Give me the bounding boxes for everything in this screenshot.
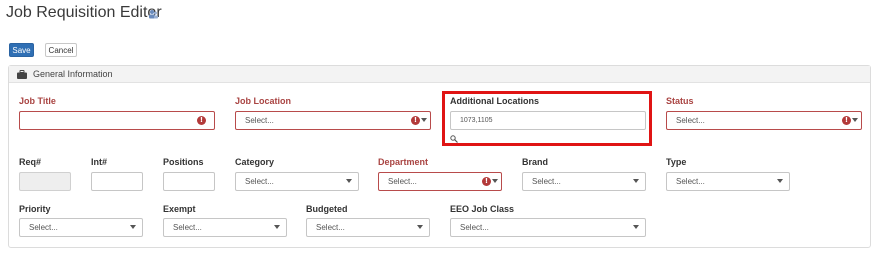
brand-value: Select... xyxy=(532,177,561,186)
panel-header[interactable]: General Information xyxy=(9,66,870,83)
status-select[interactable]: Select... ! xyxy=(666,111,862,130)
department-select[interactable]: Select... ! xyxy=(378,172,502,191)
additional-locations-value: 1073,1105 xyxy=(460,117,493,124)
briefcase-icon xyxy=(17,69,27,79)
status-value: Select... xyxy=(676,116,705,125)
chevron-down-icon xyxy=(346,179,352,183)
eeo-job-class-select[interactable]: Select... xyxy=(450,218,646,237)
eeo-job-class-label: EEO Job Class xyxy=(450,204,515,214)
error-icon: ! xyxy=(411,116,420,125)
category-select[interactable]: Select... xyxy=(235,172,359,191)
page-title: Job Requisition Editor xyxy=(6,4,162,21)
exempt-label: Exempt xyxy=(163,204,196,214)
chevron-down-icon xyxy=(777,179,783,183)
status-label: Status xyxy=(666,96,694,106)
req-num-label: Req# xyxy=(19,157,42,167)
positions-label: Positions xyxy=(163,157,204,167)
search-icon[interactable] xyxy=(450,135,458,143)
cancel-button[interactable]: Cancel xyxy=(45,43,77,57)
category-value: Select... xyxy=(245,177,274,186)
additional-locations-label: Additional Locations xyxy=(450,96,539,106)
type-select[interactable]: Select... xyxy=(666,172,790,191)
chevron-down-icon xyxy=(492,179,498,183)
chevron-down-icon xyxy=(421,118,427,122)
exempt-value: Select... xyxy=(173,223,202,232)
type-value: Select... xyxy=(676,177,705,186)
job-location-label: Job Location xyxy=(235,96,291,106)
brand-select[interactable]: Select... xyxy=(522,172,646,191)
int-num-input[interactable] xyxy=(91,172,143,191)
budgeted-label: Budgeted xyxy=(306,204,348,214)
job-title-input[interactable]: ! xyxy=(19,111,215,130)
priority-label: Priority xyxy=(19,204,51,214)
eeo-job-class-value: Select... xyxy=(460,223,489,232)
job-location-select[interactable]: Select... ! xyxy=(235,111,431,130)
int-num-label: Int# xyxy=(91,157,108,167)
chevron-down-icon xyxy=(274,225,280,229)
chevron-down-icon xyxy=(633,179,639,183)
exempt-select[interactable]: Select... xyxy=(163,218,287,237)
users-icon xyxy=(149,10,158,19)
brand-label: Brand xyxy=(522,157,549,167)
department-label: Department xyxy=(378,157,429,167)
positions-input[interactable] xyxy=(163,172,215,191)
department-value: Select... xyxy=(388,177,417,186)
req-num-input xyxy=(19,172,71,191)
category-label: Category xyxy=(235,157,275,167)
priority-value: Select... xyxy=(29,223,58,232)
chevron-down-icon xyxy=(130,225,136,229)
panel-title: General Information xyxy=(33,69,113,79)
additional-locations-input[interactable]: 1073,1105 xyxy=(450,111,646,130)
type-label: Type xyxy=(666,157,687,167)
save-button[interactable]: Save xyxy=(9,43,34,57)
error-icon: ! xyxy=(842,116,851,125)
priority-select[interactable]: Select... xyxy=(19,218,143,237)
chevron-down-icon xyxy=(417,225,423,229)
error-icon: ! xyxy=(482,177,491,186)
budgeted-select[interactable]: Select... xyxy=(306,218,430,237)
job-location-value: Select... xyxy=(245,116,274,125)
budgeted-value: Select... xyxy=(316,223,345,232)
job-title-label: Job Title xyxy=(19,96,56,106)
chevron-down-icon xyxy=(852,118,858,122)
chevron-down-icon xyxy=(633,225,639,229)
error-icon: ! xyxy=(197,116,206,125)
